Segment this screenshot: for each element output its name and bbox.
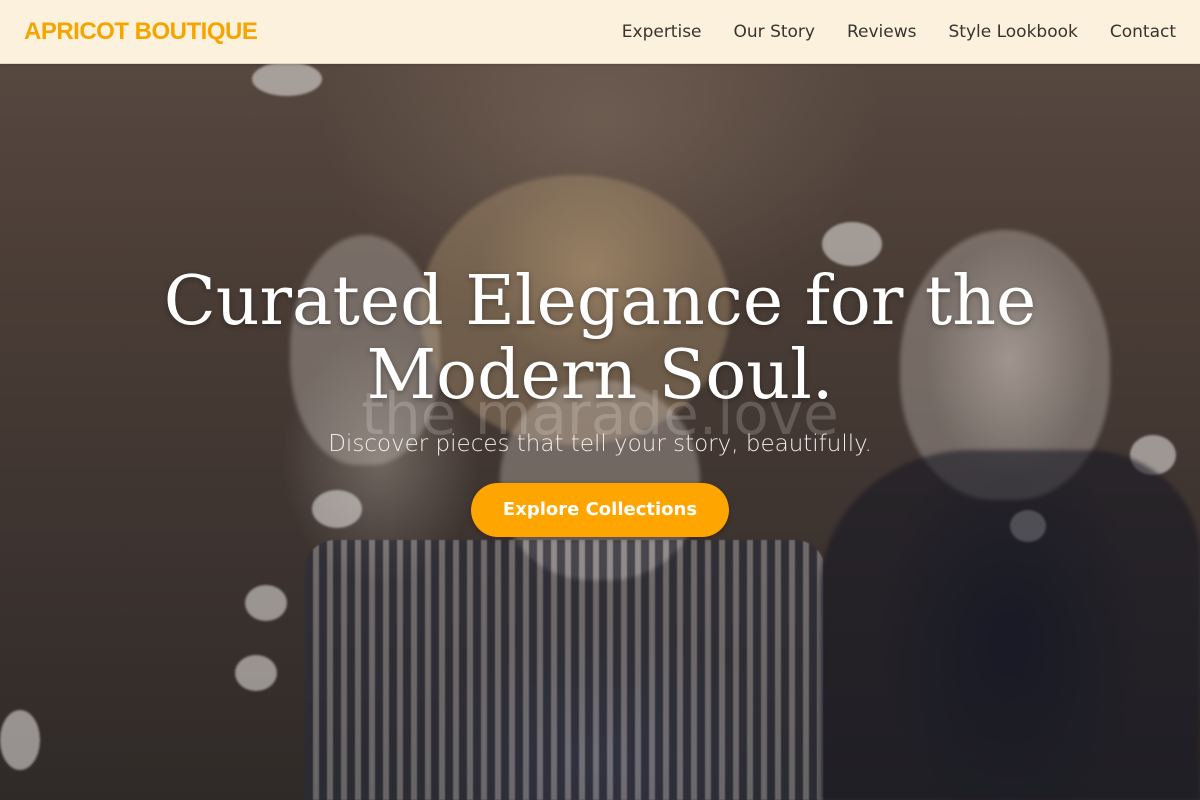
hero-headline: Curated Elegance for the Modern Soul. (0, 265, 1200, 413)
brand-logo[interactable]: APRICOT BOUTIQUE (24, 18, 258, 46)
ceiling-light (235, 655, 277, 691)
explore-collections-button[interactable]: Explore Collections (471, 483, 729, 537)
ceiling-light (245, 585, 287, 621)
nav-link-expertise[interactable]: Expertise (622, 22, 702, 42)
nav-link-contact[interactable]: Contact (1110, 22, 1176, 42)
ceiling-light (0, 710, 40, 770)
hero-headline-line1: Curated Elegance for the (163, 262, 1037, 341)
ceiling-light (252, 62, 322, 96)
hero-headline-line2: Modern Soul. (366, 336, 834, 415)
nav-links: Expertise Our Story Reviews Style Lookbo… (622, 22, 1176, 42)
nav-link-our-story[interactable]: Our Story (734, 22, 815, 42)
nav-link-style-lookbook[interactable]: Style Lookbook (949, 22, 1078, 42)
ceiling-light (822, 222, 882, 266)
top-navbar: APRICOT BOUTIQUE Expertise Our Story Rev… (0, 0, 1200, 64)
nav-link-reviews[interactable]: Reviews (847, 22, 917, 42)
striped-top (305, 540, 825, 800)
hero-content: Curated Elegance for the Modern Soul. Di… (0, 265, 1200, 537)
hero-subheadline: Discover pieces that tell your story, be… (328, 431, 872, 457)
